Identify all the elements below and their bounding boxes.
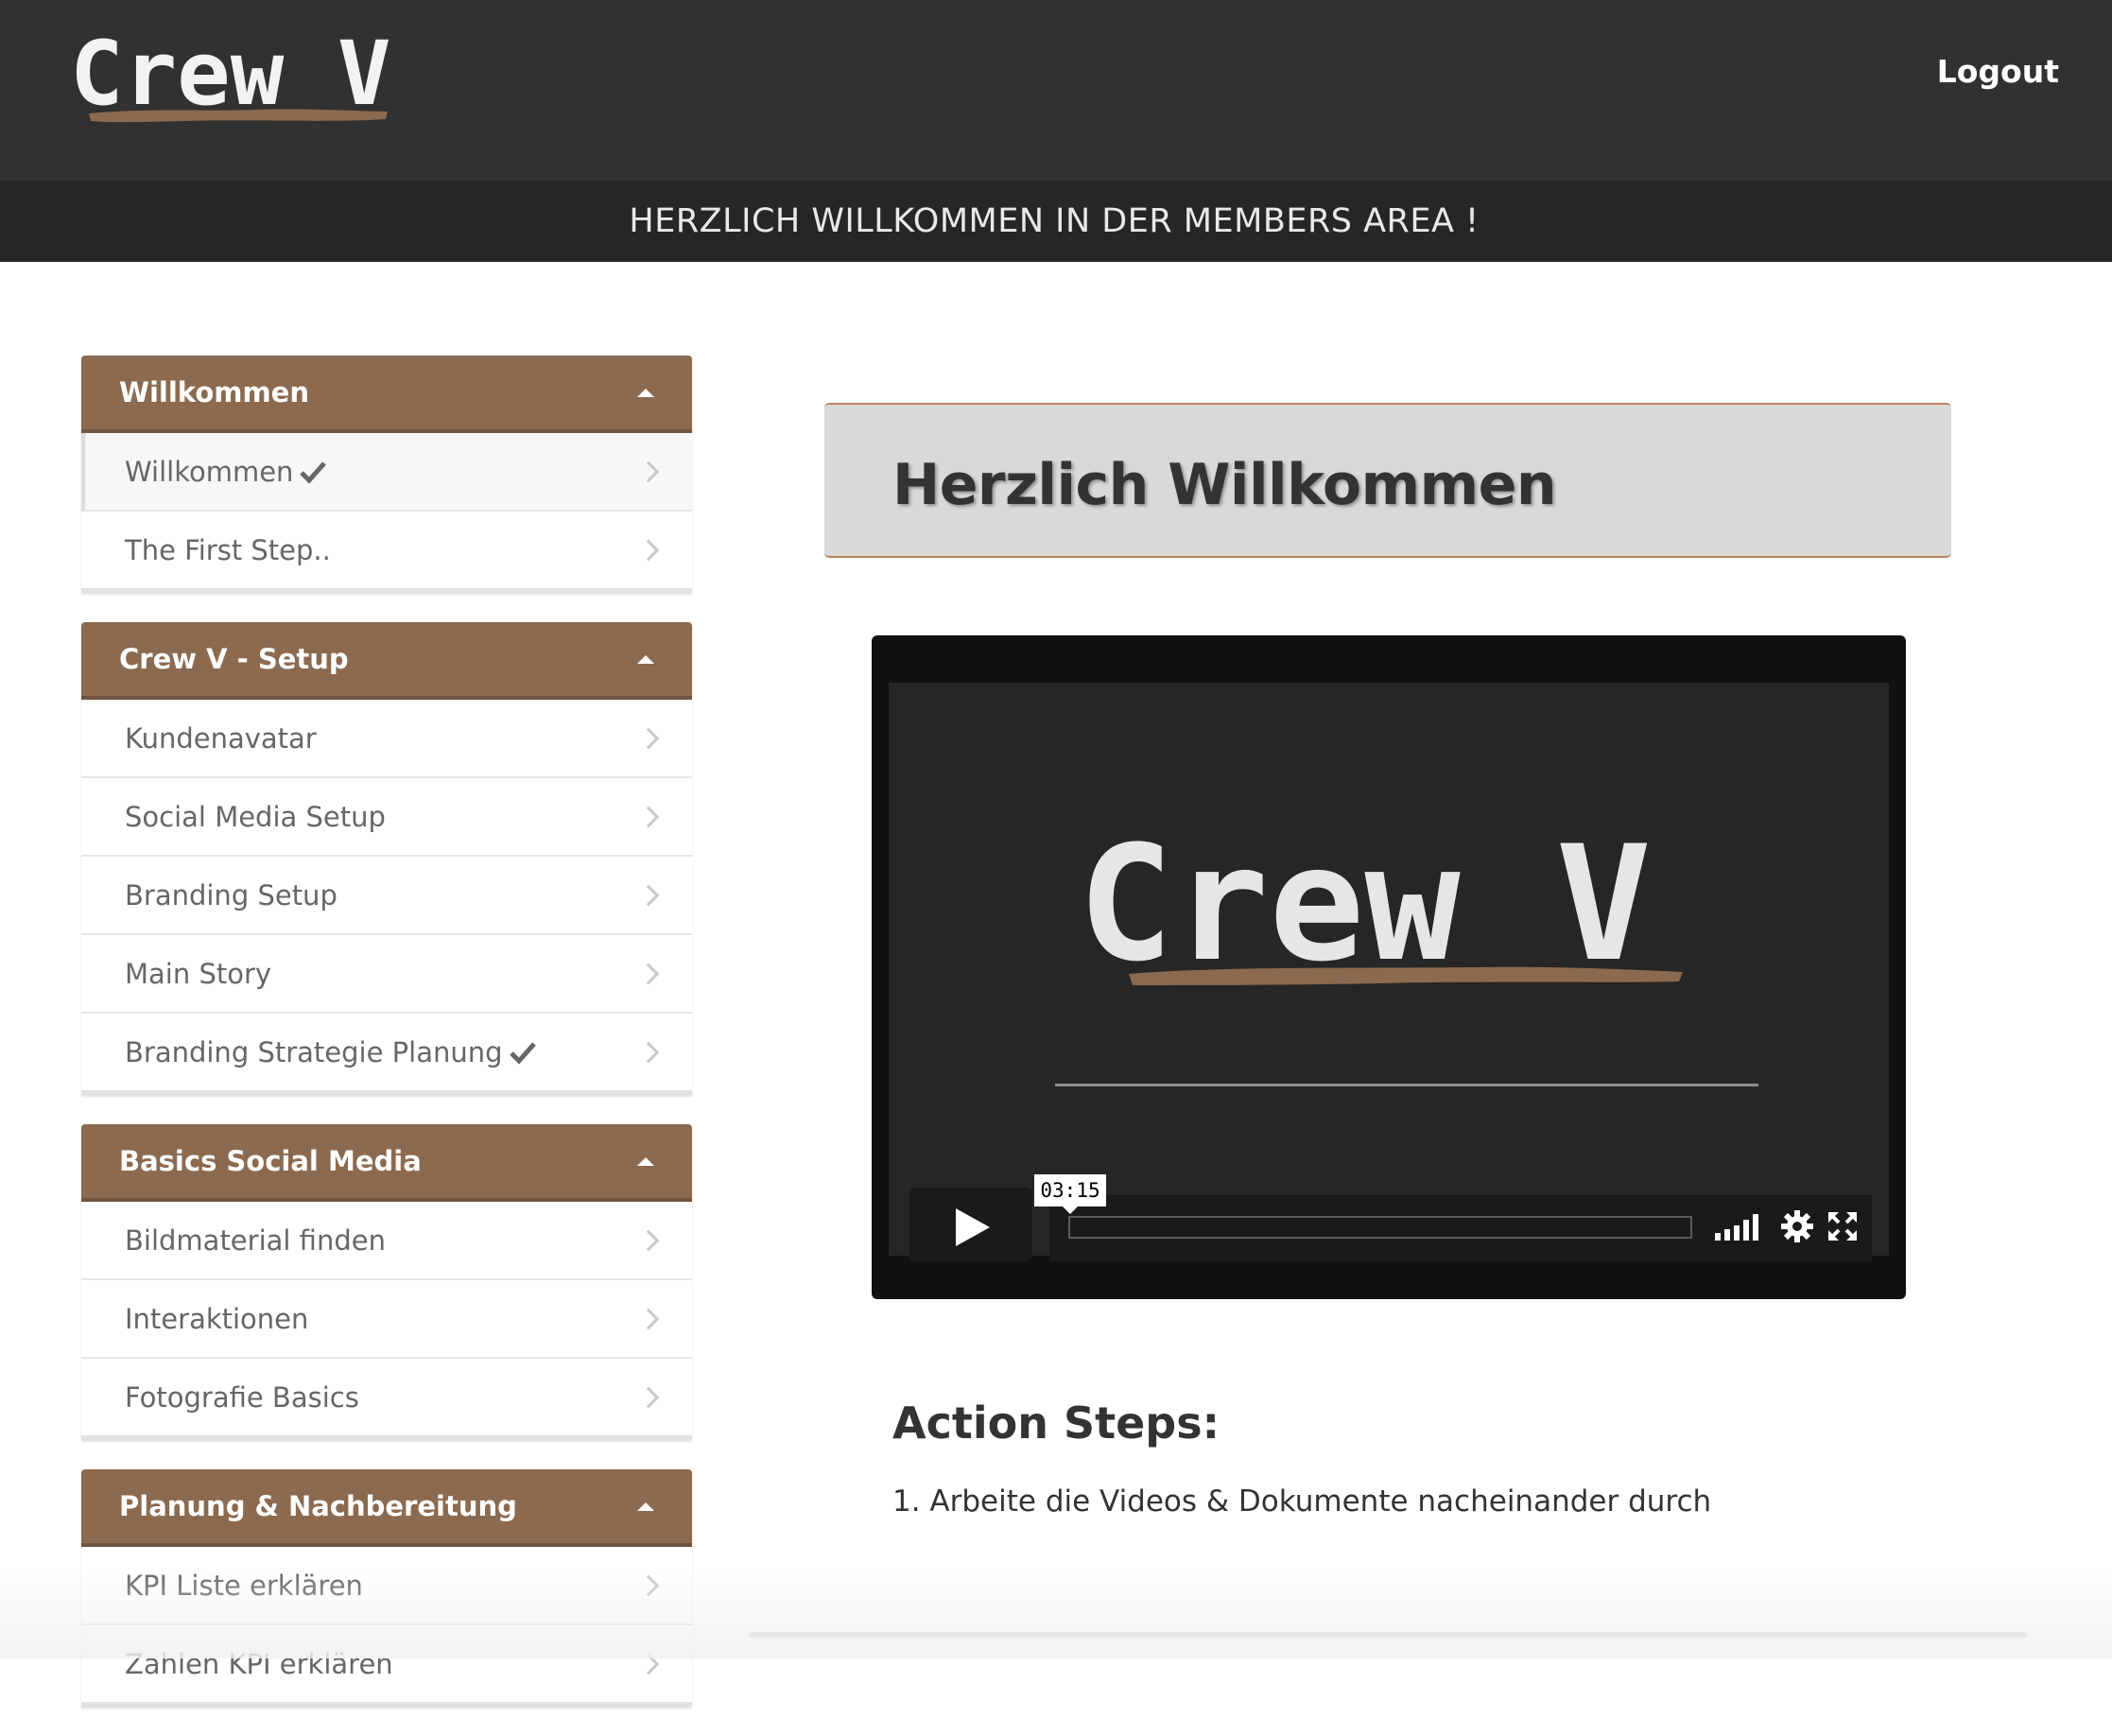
- lesson-label-wrap: Branding Strategie Planung: [125, 1036, 537, 1068]
- lesson-branding-strategie-planung[interactable]: Branding Strategie Planung: [81, 1014, 692, 1094]
- lesson-label: Branding Setup: [125, 878, 338, 911]
- lesson-kpi-liste-erklaeren[interactable]: KPI Liste erklären: [81, 1547, 692, 1625]
- lesson-main-story[interactable]: Main Story: [81, 935, 692, 1014]
- chevron-right-icon: [637, 1653, 660, 1675]
- lesson-kundenavatar[interactable]: Kundenavatar: [81, 700, 692, 778]
- module-title: Basics Social Media: [119, 1145, 422, 1177]
- lesson-label: Branding Strategie Planung: [125, 1035, 503, 1068]
- logout-link[interactable]: Logout: [1937, 53, 2059, 90]
- lesson-label: Kundenavatar: [125, 721, 317, 755]
- caret-up-icon: [637, 1156, 654, 1166]
- lesson-label: Zahlen KPI erklären: [125, 1647, 393, 1680]
- lesson-fotografie-basics[interactable]: Fotografie Basics: [81, 1359, 692, 1439]
- chevron-right-icon: [637, 1386, 660, 1408]
- lesson-label: KPI Liste erklären: [125, 1569, 363, 1602]
- chevron-right-icon: [637, 1308, 660, 1329]
- video-player[interactable]: Crew V 03:15: [872, 635, 1906, 1299]
- lesson-label: Willkommen: [125, 455, 294, 488]
- lesson-title-box: Herzlich Willkommen: [824, 403, 1951, 558]
- video-divider-line: [1055, 1084, 1758, 1086]
- play-icon: [956, 1208, 990, 1246]
- play-button[interactable]: [909, 1188, 1032, 1261]
- top-navbar: Crew V Logout: [0, 0, 2112, 181]
- module-title: Crew V - Setup: [119, 643, 349, 675]
- module-header-willkommen[interactable]: Willkommen: [81, 356, 692, 433]
- lesson-willkommen[interactable]: Willkommen: [81, 433, 692, 512]
- module-title: Willkommen: [119, 376, 309, 408]
- page-title: Herzlich Willkommen: [892, 452, 1557, 518]
- module-header-crew-v-setup[interactable]: Crew V - Setup: [81, 622, 692, 700]
- crew-v-video-logo: Crew V: [1078, 834, 1683, 995]
- lesson-label-wrap: Willkommen: [125, 456, 327, 488]
- fullscreen-icon[interactable]: [1828, 1212, 1857, 1241]
- chevron-right-icon: [637, 1229, 660, 1251]
- lesson-label: Fotografie Basics: [125, 1380, 359, 1414]
- volume-icon[interactable]: [1715, 1214, 1762, 1241]
- lesson-branding-setup[interactable]: Branding Setup: [81, 857, 692, 935]
- banner-text: HERZLICH WILLKOMMEN IN DER MEMBERS AREA …: [629, 202, 1480, 240]
- module-crew-v-setup: Crew V - Setup Kundenavatar Social Media…: [81, 622, 692, 1094]
- module-title: Planung & Nachbereitung: [119, 1490, 517, 1522]
- welcome-banner: HERZLICH WILLKOMMEN IN DER MEMBERS AREA …: [0, 181, 2112, 262]
- lesson-zahlen-kpi-erklaeren[interactable]: Zahlen KPI erklären: [81, 1625, 692, 1706]
- lesson-interaktionen[interactable]: Interaktionen: [81, 1280, 692, 1359]
- chevron-right-icon: [637, 539, 660, 561]
- chevron-right-icon: [637, 1574, 660, 1596]
- caret-up-icon: [637, 388, 654, 397]
- checkmark-icon: [509, 1041, 536, 1065]
- lesson-label: Main Story: [125, 957, 272, 990]
- module-planung-nachbereitung: Planung & Nachbereitung KPI Liste erklär…: [81, 1469, 692, 1706]
- svg-text:Crew V: Crew V: [1078, 834, 1652, 995]
- action-steps-heading: Action Steps:: [892, 1397, 1220, 1449]
- course-sidebar: Willkommen Willkommen The First Step.. C…: [81, 356, 692, 1736]
- module-basics-social-media: Basics Social Media Bildmaterial finden …: [81, 1124, 692, 1439]
- caret-up-icon: [637, 654, 654, 664]
- settings-gear-icon[interactable]: [1781, 1210, 1813, 1242]
- chevron-right-icon: [637, 1041, 660, 1063]
- caret-up-icon: [637, 1502, 654, 1511]
- chevron-right-icon: [637, 727, 660, 749]
- lesson-bildmaterial-finden[interactable]: Bildmaterial finden: [81, 1202, 692, 1280]
- lesson-label: Bildmaterial finden: [125, 1224, 386, 1257]
- lesson-social-media-setup[interactable]: Social Media Setup: [81, 778, 692, 857]
- module-header-planung-nachbereitung[interactable]: Planung & Nachbereitung: [81, 1469, 692, 1547]
- module-header-basics-social-media[interactable]: Basics Social Media: [81, 1124, 692, 1202]
- checkmark-icon: [300, 460, 327, 484]
- chevron-right-icon: [637, 884, 660, 906]
- chevron-right-icon: [637, 806, 660, 827]
- video-frame[interactable]: Crew V: [889, 683, 1889, 1256]
- lesson-the-first-step[interactable]: The First Step..: [81, 512, 692, 592]
- module-willkommen: Willkommen Willkommen The First Step..: [81, 356, 692, 592]
- lesson-label: Interaktionen: [125, 1302, 309, 1335]
- lesson-label: Social Media Setup: [125, 800, 386, 833]
- video-time-tooltip: 03:15: [1034, 1174, 1106, 1214]
- lesson-label: The First Step..: [125, 533, 331, 566]
- action-steps-text: 1. Arbeite die Videos & Dokumente nachei…: [892, 1484, 1712, 1519]
- chevron-right-icon: [637, 460, 660, 482]
- crew-v-logo[interactable]: Crew V: [68, 32, 427, 136]
- svg-text:Crew V: Crew V: [70, 32, 391, 126]
- chevron-right-icon: [637, 963, 660, 984]
- content-bottom-divider: [749, 1632, 2027, 1638]
- video-progress-bar[interactable]: [1068, 1216, 1692, 1239]
